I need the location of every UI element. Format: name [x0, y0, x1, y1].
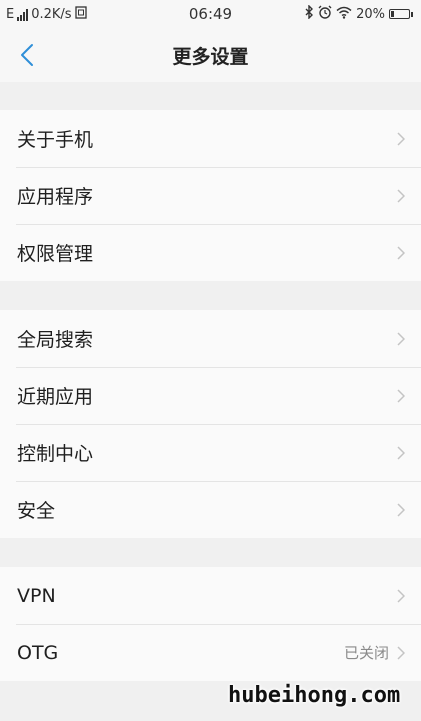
alarm-icon — [318, 5, 332, 23]
setting-item-label: 关于手机 — [17, 129, 94, 151]
setting-item-applications[interactable]: 应用程序 — [0, 167, 421, 224]
chevron-right-icon — [397, 188, 405, 203]
setting-item-permissions[interactable]: 权限管理 — [0, 224, 421, 281]
setting-item-label: 控制中心 — [17, 443, 94, 465]
settings-group-3: VPN OTG 已关闭 — [0, 567, 421, 681]
chevron-right-icon — [397, 245, 405, 260]
app-header: 更多设置 — [0, 28, 421, 82]
chevron-right-icon — [397, 331, 405, 346]
setting-item-label: VPN — [17, 584, 56, 607]
chevron-right-icon — [397, 645, 405, 660]
chevron-right-icon — [397, 131, 405, 146]
setting-item-recent-apps[interactable]: 近期应用 — [0, 367, 421, 424]
battery-percent: 20% — [356, 6, 385, 22]
setting-item-label: 应用程序 — [17, 186, 94, 208]
page-title: 更多设置 — [172, 46, 249, 68]
setting-item-label: 权限管理 — [17, 243, 94, 265]
bluetooth-icon — [304, 4, 314, 23]
setting-item-about-phone[interactable]: 关于手机 — [0, 110, 421, 167]
status-bar: E 0.2K/s 06:49 20% — [0, 0, 421, 28]
otg-status-value: 已关闭 — [343, 644, 389, 662]
battery-icon — [389, 9, 413, 19]
setting-item-label: 近期应用 — [17, 386, 94, 408]
watermark-text: hubeihong.com — [228, 683, 401, 708]
setting-item-global-search[interactable]: 全局搜索 — [0, 310, 421, 367]
status-right: 20% — [304, 4, 413, 23]
setting-item-vpn[interactable]: VPN — [0, 567, 421, 624]
chevron-right-icon — [397, 588, 405, 603]
wifi-icon — [336, 6, 352, 23]
setting-item-label: OTG — [17, 641, 59, 664]
setting-item-control-center[interactable]: 控制中心 — [0, 424, 421, 481]
chevron-right-icon — [397, 502, 405, 517]
setting-item-otg[interactable]: OTG 已关闭 — [0, 624, 421, 681]
chevron-right-icon — [397, 445, 405, 460]
setting-item-security[interactable]: 安全 — [0, 481, 421, 538]
settings-group-1: 关于手机 应用程序 权限管理 — [0, 110, 421, 281]
chevron-right-icon — [397, 388, 405, 403]
setting-item-label: 安全 — [17, 500, 56, 522]
settings-group-2: 全局搜索 近期应用 控制中心 安全 — [0, 310, 421, 538]
setting-item-label: 全局搜索 — [17, 329, 94, 351]
